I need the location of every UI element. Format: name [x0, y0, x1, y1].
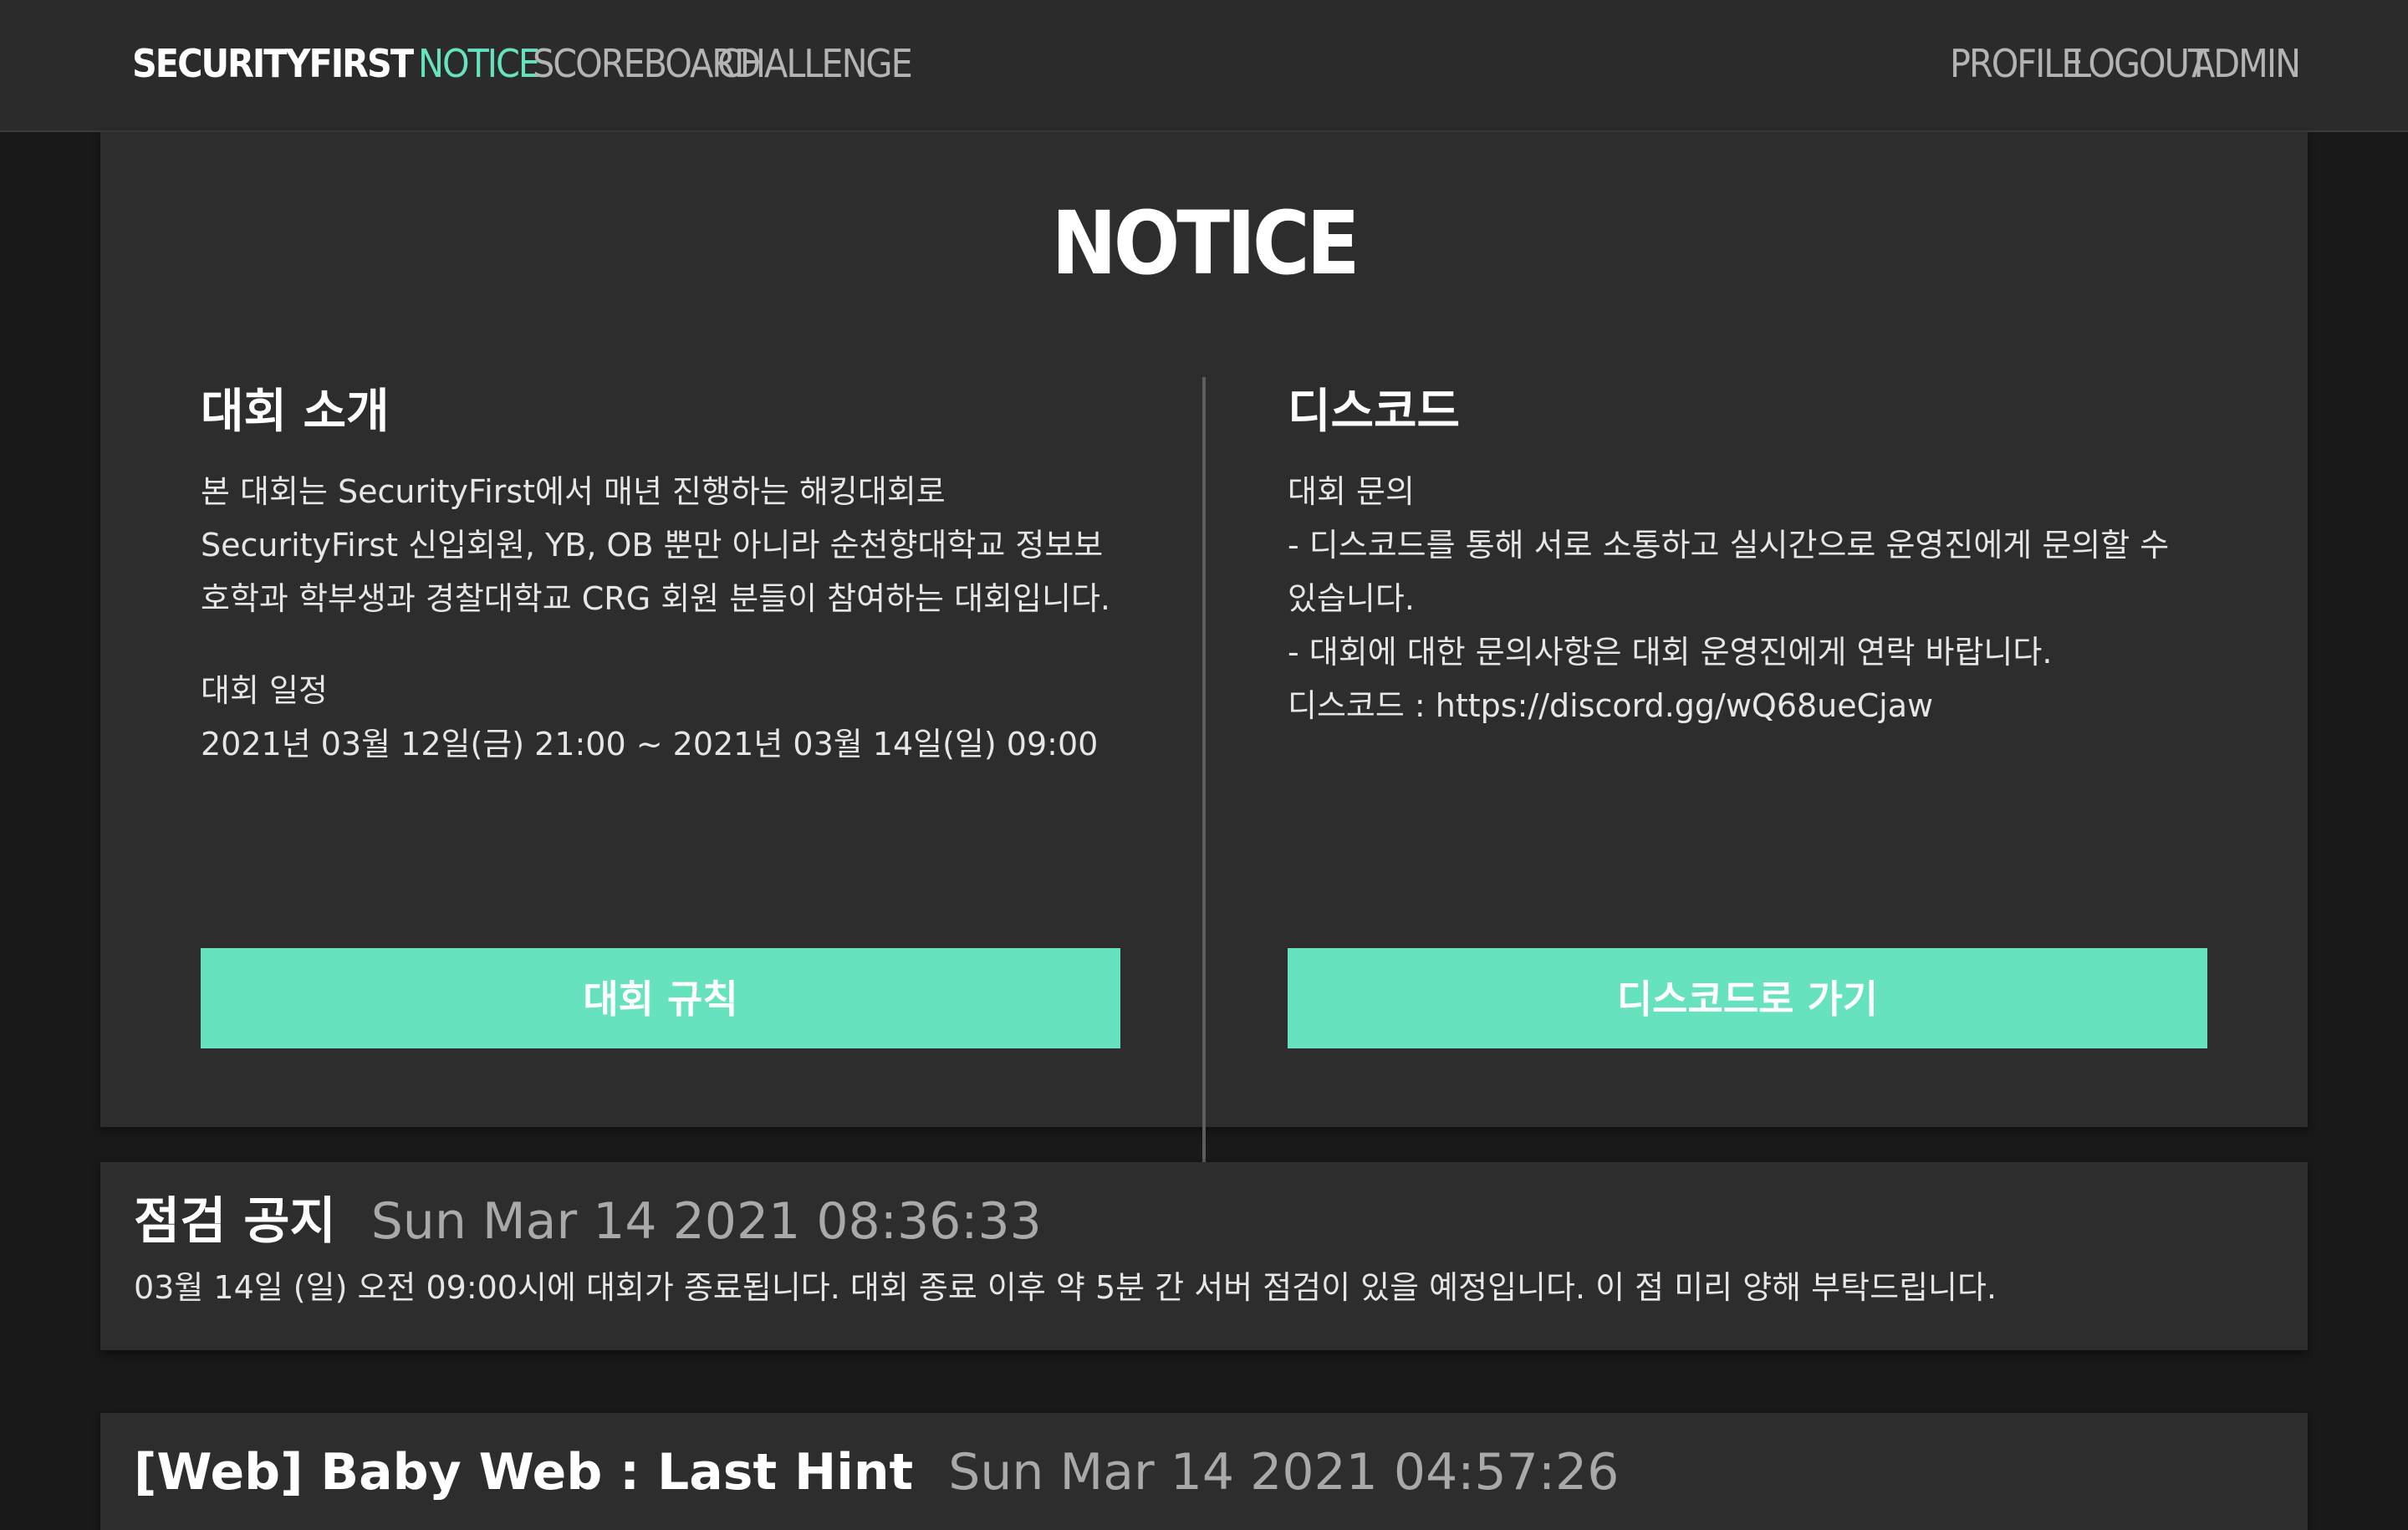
contest-intro-heading: 대회 소개: [201, 385, 390, 439]
discord-info-line: - 대회에 대한 문의사항은 대회 운영진에게 연락 바랍니다.: [1288, 634, 2053, 671]
contest-intro-column: 대회 소개 본 대회는 SecurityFirst에서 매년 진행하는 해킹대회…: [201, 375, 1120, 771]
nav-link-admin[interactable]: ADMIN: [2191, 38, 2301, 89]
discord-info-line: 대회 문의: [1288, 473, 1415, 510]
notice-post-title: 점검 공지: [134, 1192, 336, 1251]
top-navbar: SECURITYFIRST NOTICE SCOREBOARD CHALLENG…: [0, 0, 2408, 132]
nav-link-logout[interactable]: LOGOUT: [2072, 38, 2209, 89]
notice-post: 점검 공지 Sun Mar 14 2021 08:36:33 03월 14일 (일…: [100, 1162, 2308, 1350]
notice-post-date: Sun Mar 14 2021 04:57:26: [948, 1443, 1620, 1502]
discord-info-text: 대회 문의 - 디스코드를 통해 서로 소통하고 실시간으로 운영진에게 문의할 …: [1288, 465, 2207, 732]
contest-rules-button[interactable]: 대회 규칙: [201, 948, 1120, 1048]
notice-post-header: [Web] Baby Web : Last Hint Sun Mar 14 202…: [134, 1435, 1619, 1510]
nav-link-profile[interactable]: PROFILE: [1950, 38, 2083, 89]
notice-post-header: 점검 공지 Sun Mar 14 2021 08:36:33: [134, 1184, 1042, 1259]
contest-schedule-label: 대회 일정: [201, 672, 328, 709]
notice-post: [Web] Baby Web : Last Hint Sun Mar 14 202…: [100, 1413, 2308, 1530]
go-to-discord-button[interactable]: 디스코드로 가기: [1288, 948, 2207, 1048]
notice-post-title: [Web] Baby Web : Last Hint: [134, 1443, 914, 1502]
contest-intro-text: 본 대회는 SecurityFirst에서 매년 진행하는 해킹대회로 Secu…: [201, 473, 1110, 617]
notice-post-body: 03월 14일 (일) 오전 09:00시에 대회가 종료됩니다. 대회 종료 …: [134, 1269, 1997, 1306]
nav-link-challenge[interactable]: CHALLENGE: [717, 38, 913, 89]
nav-link-notice[interactable]: NOTICE: [418, 38, 540, 89]
notice-hero-card: NOTICE 대회 소개 본 대회는 SecurityFirst에서 매년 진행…: [100, 132, 2308, 1183]
column-divider: [1202, 377, 1206, 1183]
page-title: NOTICE: [1051, 192, 1360, 294]
brand-logo[interactable]: SECURITYFIRST: [132, 38, 414, 89]
discord-link-line: 디스코드 : https://discord.gg/wQ68ueCjaw: [1288, 687, 1934, 724]
contest-schedule-value: 2021년 03월 12일(금) 21:00 ~ 2021년 03월 14일(일…: [201, 726, 1099, 762]
discord-info-line: - 디스코드를 통해 서로 소통하고 실시간으로 운영진에게 문의할 수 있습니…: [1288, 527, 2180, 617]
discord-column: 디스코드 대회 문의 - 디스코드를 통해 서로 소통하고 실시간으로 운영진에게…: [1288, 375, 2207, 732]
discord-heading: 디스코드: [1288, 385, 1461, 439]
notice-post-date: Sun Mar 14 2021 08:36:33: [370, 1192, 1042, 1251]
